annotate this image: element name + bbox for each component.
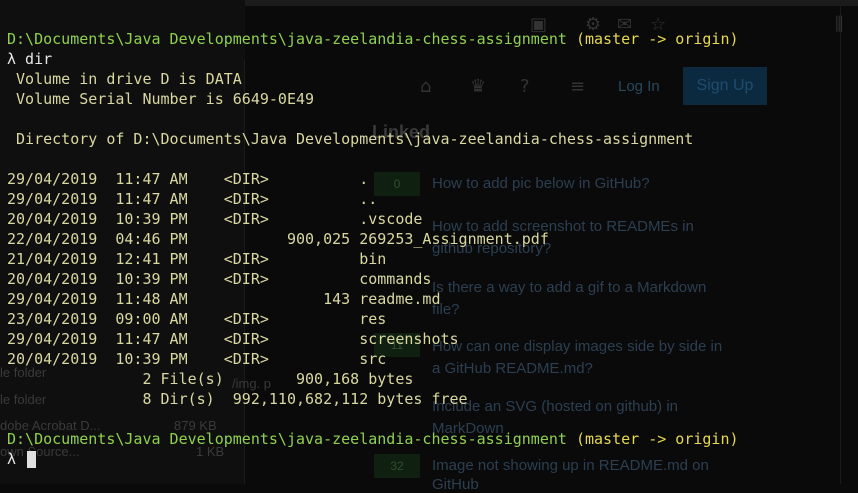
prompt-branch: (master -> origin) [566, 30, 739, 48]
related-link[interactable]: GitHub [432, 476, 479, 493]
trophy-icon: ♛ [470, 76, 487, 97]
help-icon: ? [520, 76, 530, 97]
related-link[interactable]: a GitHub README.md? [432, 360, 593, 377]
vote-badge: 32 [374, 454, 420, 478]
dir-entry: 29/04/2019 11:47 AM <DIR> screenshots [7, 330, 459, 348]
directory-line: Directory of D:\Documents\Java Developme… [7, 130, 694, 148]
volume-line: Volume in drive D is DATA [7, 70, 242, 88]
dir-entry: 23/04/2019 09:00 AM <DIR> res [7, 310, 387, 328]
dir-entry: 21/04/2019 12:41 PM <DIR> bin [7, 250, 387, 268]
related-link[interactable]: How to add pic below in GitHub? [432, 175, 650, 192]
prompt-line: D:\Documents\Java Developments\java-zeel… [7, 429, 739, 449]
dir-entry: 29/04/2019 11:48 AM 143 readme.md [7, 290, 441, 308]
prompt-path: D:\Documents\Java Developments\java-zeel… [7, 430, 567, 448]
vote-badge: 0 [374, 172, 420, 196]
related-link[interactable]: Image not showing up in README.md on [432, 457, 709, 474]
dirs-summary: 8 Dir(s) 992,110,682,112 bytes free [7, 390, 468, 408]
inbox-tray-icon: ⌂ [420, 76, 432, 97]
serial-line: Volume Serial Number is 6649-0E49 [7, 90, 315, 108]
prompt-symbol: λ [7, 450, 26, 468]
stack-icon: ≡ [570, 76, 586, 97]
prompt-path: D:\Documents\Java Developments\java-zeel… [7, 30, 567, 48]
related-link[interactable]: How can one display images side by side … [432, 338, 722, 355]
dir-entry: 22/04/2019 04:46 PM 900,025 269253_Assig… [7, 230, 549, 248]
related-link[interactable]: Is there a way to add a gif to a Markdow… [432, 279, 706, 296]
input-line[interactable]: λ [7, 449, 37, 469]
dir-entry: 29/04/2019 11:47 AM <DIR> .. [7, 190, 378, 208]
dir-entry: 20/04/2019 10:39 PM <DIR> src [7, 350, 387, 368]
related-link[interactable]: Include an SVG (hosted on github) in [432, 398, 678, 415]
background-right-divider [840, 0, 841, 484]
signup-button[interactable]: Sign Up [683, 67, 767, 105]
command-line: λ dir [7, 50, 53, 68]
login-link[interactable]: Log In [618, 78, 660, 95]
background-toolbar [160, 0, 858, 6]
prompt-line: D:\Documents\Java Developments\java-zeel… [7, 29, 739, 49]
prompt-branch: (master -> origin) [566, 430, 739, 448]
library-icon: ⫼ [835, 14, 844, 35]
dir-entry: 20/04/2019 10:39 PM <DIR> .vscode [7, 210, 423, 228]
dir-entry: 29/04/2019 11:47 AM <DIR> . [7, 170, 369, 188]
text-cursor [27, 451, 37, 468]
files-summary: 2 File(s) 900,168 bytes [7, 370, 414, 388]
dir-entry: 20/04/2019 10:39 PM <DIR> commands [7, 270, 432, 288]
